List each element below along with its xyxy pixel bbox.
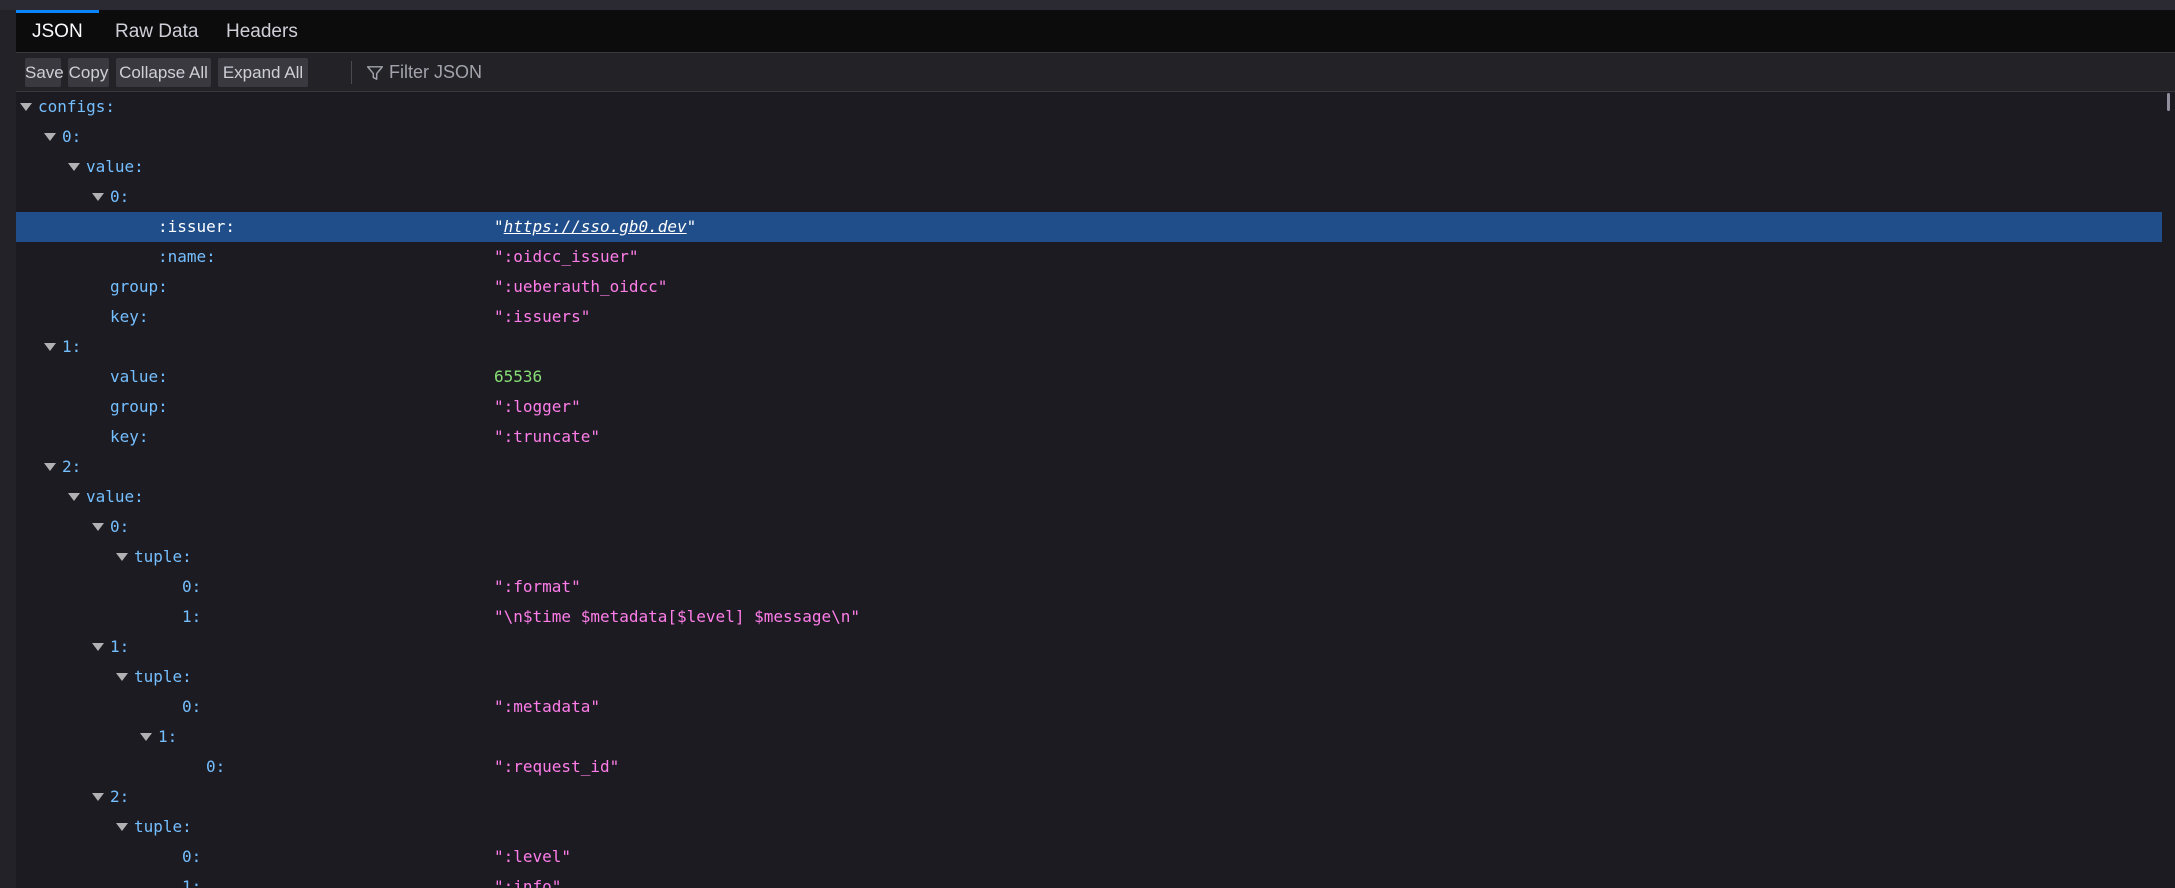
toolbar-divider [351, 61, 352, 84]
json-value: ":metadata" [494, 697, 600, 716]
json-key: tuple: [134, 817, 192, 836]
json-key: group: [110, 397, 168, 416]
tree-row[interactable]: key: ":truncate" [16, 422, 2162, 452]
json-key: 1: [182, 877, 202, 888]
expand-toggle-icon[interactable] [92, 643, 104, 651]
tree-row[interactable]: group: ":logger" [16, 392, 2162, 422]
tree-row[interactable]: 1: ":info" [16, 872, 2162, 888]
json-value: ":truncate" [494, 427, 600, 446]
browser-top-strip [0, 0, 2175, 10]
tree-row[interactable]: value: [16, 152, 2162, 182]
json-key: 0: [182, 577, 202, 596]
tree-row[interactable]: 1: [16, 632, 2162, 662]
tab-raw-data[interactable]: Raw Data [99, 10, 214, 53]
json-value-link: "https://sso.gb0.dev" [494, 217, 697, 236]
tree-row[interactable]: configs: [16, 92, 2162, 122]
tree-row[interactable]: group: ":ueberauth_oidcc" [16, 272, 2162, 302]
json-key: 0: [182, 847, 202, 866]
json-value: "\n$time $metadata[$level] $message\n" [494, 607, 861, 626]
tree-row[interactable]: 1: "\n$time $metadata[$level] $message\n" [16, 602, 2162, 632]
scrollbar-thumb[interactable] [2167, 93, 2170, 111]
json-key: 2: [62, 457, 82, 476]
filter-json-input[interactable] [389, 59, 1089, 86]
tree-row[interactable]: tuple: [16, 812, 2162, 842]
json-key: group: [110, 277, 168, 296]
tree-row[interactable]: tuple: [16, 662, 2162, 692]
expand-toggle-icon[interactable] [68, 163, 80, 171]
expand-toggle-icon[interactable] [20, 103, 32, 111]
expand-toggle-icon[interactable] [68, 493, 80, 501]
vertical-scrollbar[interactable] [2162, 92, 2175, 888]
json-value: ":logger" [494, 397, 581, 416]
json-key: value: [110, 367, 168, 386]
tree-row[interactable]: 0: ":level" [16, 842, 2162, 872]
expand-toggle-icon[interactable] [44, 463, 56, 471]
tree-row[interactable]: 0: ":request_id" [16, 752, 2162, 782]
tree-row[interactable]: 2: [16, 782, 2162, 812]
expand-toggle-icon[interactable] [140, 733, 152, 741]
json-value: ":issuers" [494, 307, 591, 326]
json-key: 0: [182, 697, 202, 716]
collapse-all-button[interactable]: Collapse All [116, 58, 211, 87]
expand-toggle-icon[interactable] [44, 343, 56, 351]
tree-row[interactable]: 1: [16, 332, 2162, 362]
tree-row[interactable]: tuple: [16, 542, 2162, 572]
tree-row[interactable]: value: [16, 482, 2162, 512]
json-value: ":level" [494, 847, 572, 866]
json-key: 0: [206, 757, 226, 776]
json-value: ":oidcc_issuer" [494, 247, 639, 266]
json-key: 0: [62, 127, 82, 146]
viewer-tab-bar: JSON Raw Data Headers [16, 10, 2175, 53]
tree-row[interactable]: 0: [16, 512, 2162, 542]
issuer-link[interactable]: https://sso.gb0.dev [504, 217, 687, 236]
tree-row[interactable]: value: 65536 [16, 362, 2162, 392]
json-value: ":info" [494, 877, 562, 888]
tree-row[interactable]: :issuer: "https://sso.gb0.dev" [16, 212, 2162, 242]
json-key: key: [110, 427, 149, 446]
tab-json[interactable]: JSON [16, 10, 99, 53]
expand-toggle-icon[interactable] [116, 673, 128, 681]
expand-all-button[interactable]: Expand All [218, 58, 308, 87]
json-value: ":ueberauth_oidcc" [494, 277, 668, 296]
json-key: value: [86, 157, 144, 176]
json-key: tuple: [134, 547, 192, 566]
json-key: tuple: [134, 667, 192, 686]
json-key: 1: [110, 637, 130, 656]
tab-headers[interactable]: Headers [210, 10, 314, 53]
json-tree: configs: 0: value: 0::issuer: "https://sso.g… [16, 92, 2162, 888]
tree-row[interactable]: 0: ":format" [16, 572, 2162, 602]
left-gutter [0, 10, 16, 888]
save-button[interactable]: Save [25, 58, 64, 87]
expand-toggle-icon[interactable] [92, 523, 104, 531]
json-value: ":request_id" [494, 757, 620, 776]
json-key: :name: [158, 247, 216, 266]
json-key: 1: [62, 337, 82, 356]
json-key: 0: [110, 517, 130, 536]
json-key: 1: [158, 727, 178, 746]
json-key: 0: [110, 187, 130, 206]
expand-toggle-icon[interactable] [116, 553, 128, 561]
json-key: 1: [182, 607, 202, 626]
tree-row[interactable]: 0: [16, 122, 2162, 152]
expand-toggle-icon[interactable] [116, 823, 128, 831]
json-toolbar: Save Copy Collapse All Expand All [16, 53, 2175, 92]
copy-button[interactable]: Copy [68, 58, 109, 87]
tree-row[interactable]: 1: [16, 722, 2162, 752]
json-key: configs: [38, 97, 116, 116]
expand-toggle-icon[interactable] [44, 133, 56, 141]
tree-row[interactable]: key: ":issuers" [16, 302, 2162, 332]
expand-toggle-icon[interactable] [92, 193, 104, 201]
json-value: 65536 [494, 367, 543, 386]
json-key: key: [110, 307, 149, 326]
tree-row[interactable]: 0: [16, 182, 2162, 212]
json-key: 2: [110, 787, 130, 806]
filter-icon [366, 66, 384, 80]
json-value: ":format" [494, 577, 581, 596]
tree-row[interactable]: 0: ":metadata" [16, 692, 2162, 722]
expand-toggle-icon[interactable] [92, 793, 104, 801]
json-key: :issuer: [158, 217, 236, 236]
tree-row[interactable]: 2: [16, 452, 2162, 482]
tree-row[interactable]: :name: ":oidcc_issuer" [16, 242, 2162, 272]
json-key: value: [86, 487, 144, 506]
